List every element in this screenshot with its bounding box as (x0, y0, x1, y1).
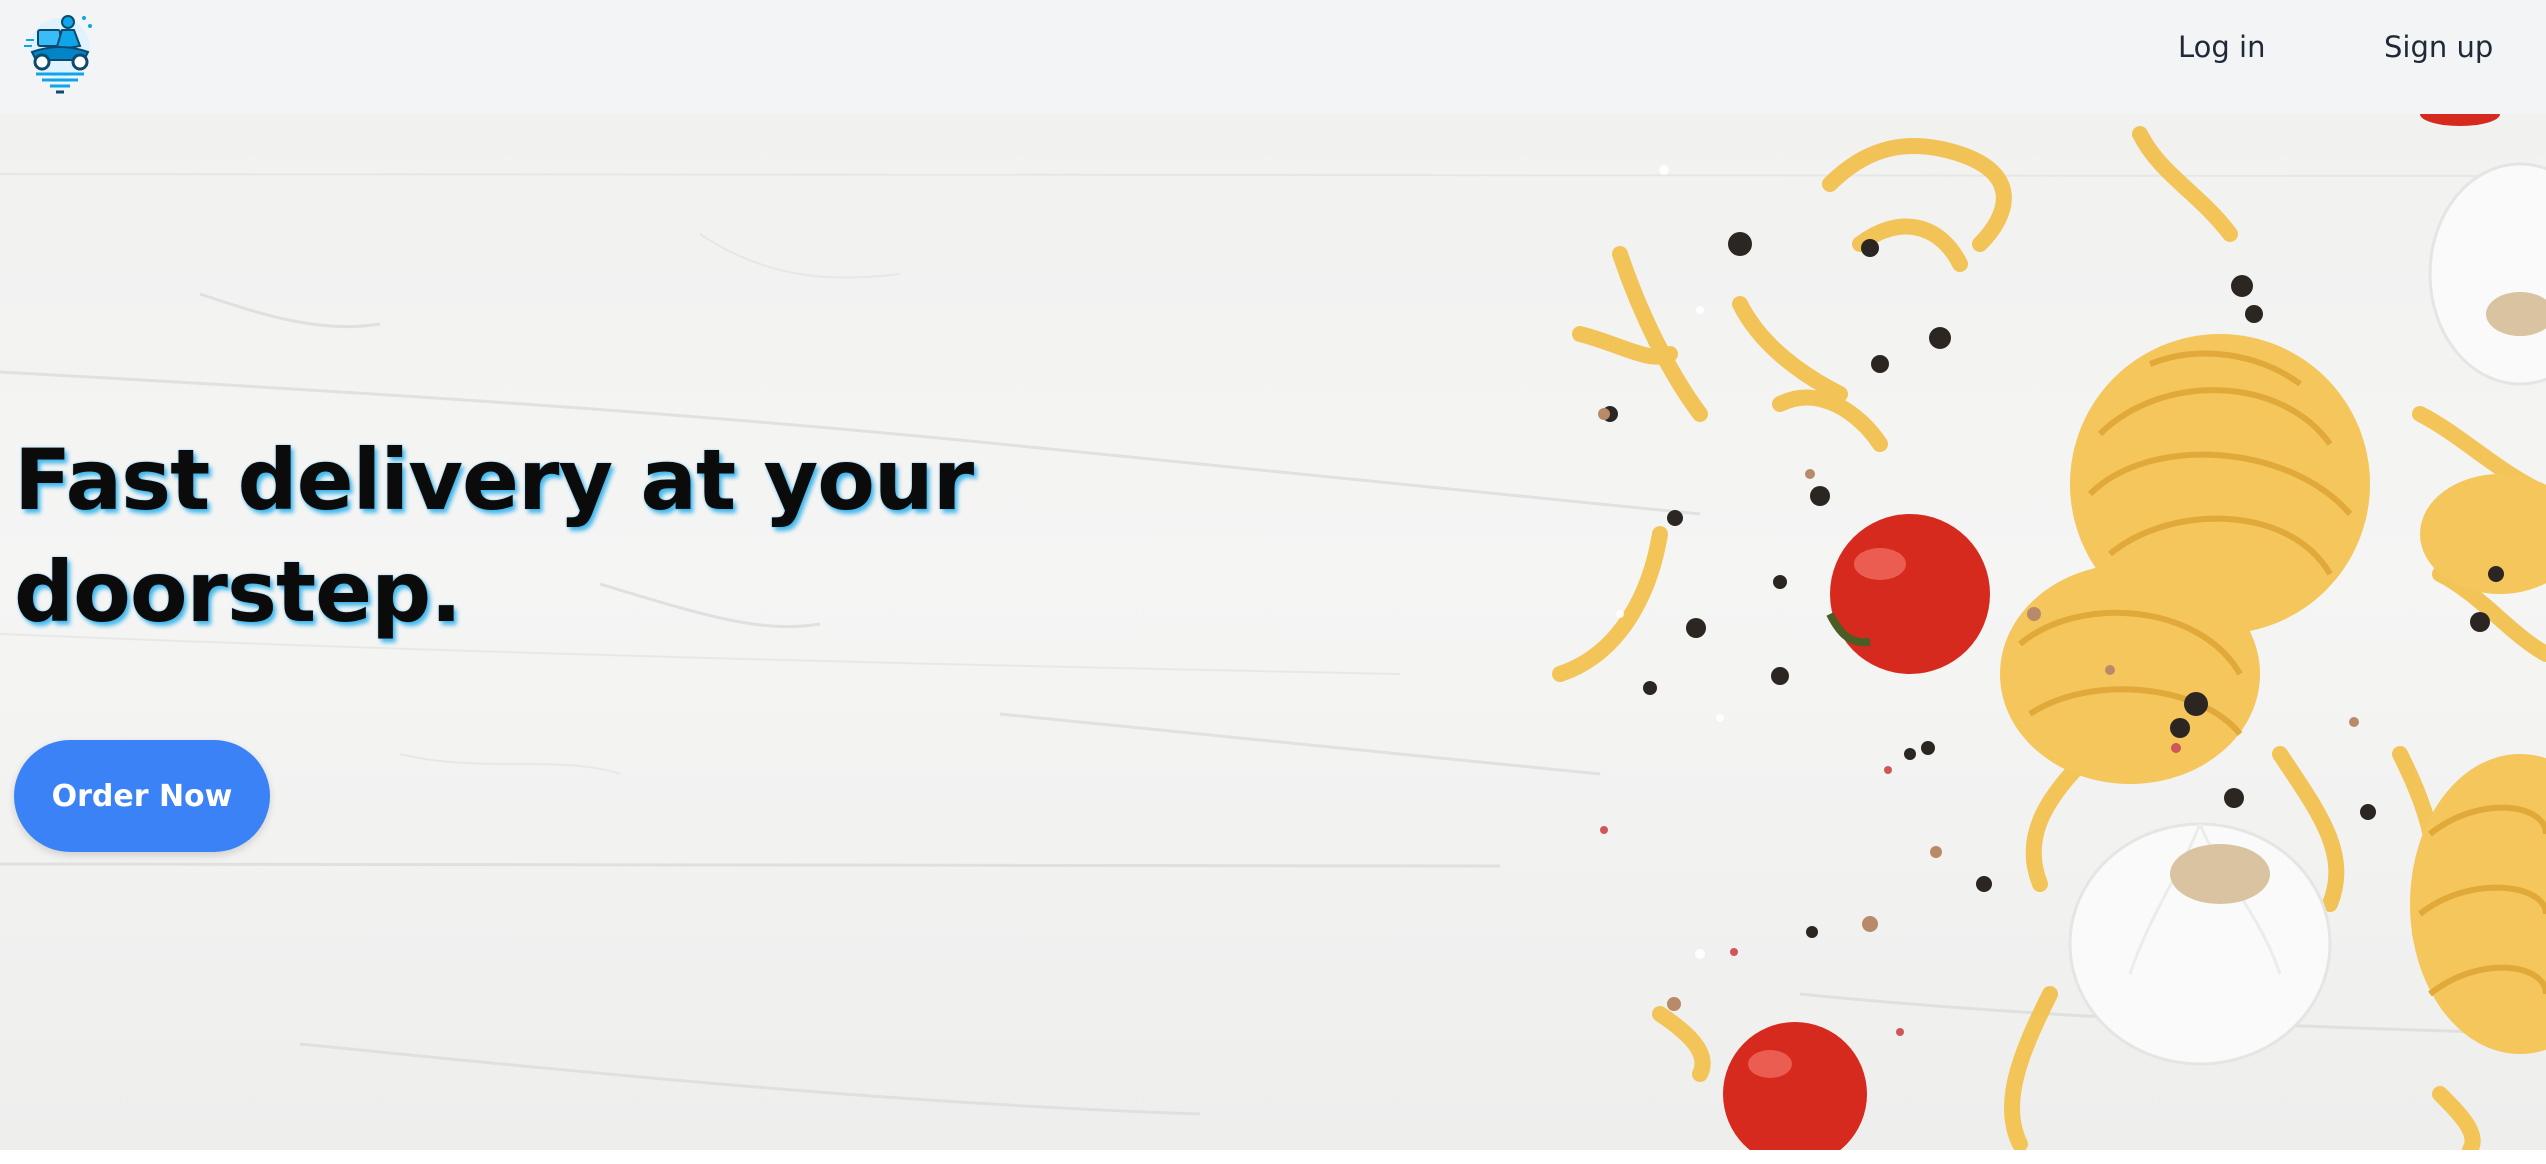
login-link[interactable]: Log in (2178, 30, 2265, 64)
order-now-button[interactable]: Order Now (14, 740, 270, 852)
hero-headline: Fast delivery at your doorstep. (14, 431, 974, 641)
delivery-scooter-logo-icon[interactable] (22, 6, 98, 96)
navbar: Log in Sign up (0, 0, 2546, 114)
signup-link[interactable]: Sign up (2384, 30, 2493, 64)
page-bottom-edge (0, 1150, 2546, 1164)
hero-section: Fast delivery at your doorstep. Order No… (0, 114, 2546, 1150)
